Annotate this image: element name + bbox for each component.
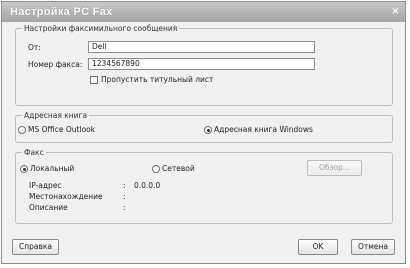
ip-address-label: IP-адрес [29,181,62,190]
network-radio[interactable] [152,165,160,173]
cancel-button[interactable]: Отмена [351,239,395,255]
fax-number-field[interactable]: 1234567890 [88,58,315,70]
browse-button[interactable]: Обзор... [307,160,362,176]
local-radio-label[interactable]: Локальный [30,164,74,173]
address-book-group: Адресная книга MS Office Outlook Адресна… [15,111,393,143]
skip-cover-checkbox[interactable] [90,76,98,84]
ip-address-separator: : [123,181,126,190]
fax-number-label: Номер факса: [28,60,83,69]
fax-settings-group: Настройки факсимильного сообщения От: De… [15,24,393,106]
fax-legend: Факс [22,148,46,157]
description-separator: : [123,203,126,212]
from-label: От: [28,43,41,52]
fax-settings-legend: Настройки факсимильного сообщения [22,24,180,33]
windows-address-book-label[interactable]: Адресная книга Windows [214,125,313,134]
network-radio-label[interactable]: Сетевой [162,164,195,173]
location-label: Местонахождение [29,192,103,201]
ip-address-value: 0.0.0.0 [134,181,161,190]
windows-address-book-radio[interactable] [204,126,212,134]
window-title: Настройка PC Fax [10,6,113,18]
fax-group: Факс Локальный Сетевой Обзор... IP-адрес… [15,148,393,224]
from-field[interactable]: Dell [88,41,315,53]
title-bar: Настройка PC Fax × [2,2,405,22]
skip-cover-label[interactable]: Пропустить титульный лист [101,75,213,84]
address-book-legend: Адресная книга [22,111,90,120]
local-radio[interactable] [20,165,28,173]
location-separator: : [123,192,126,201]
close-icon[interactable]: × [389,5,402,18]
ok-button[interactable]: OK [298,239,338,255]
outlook-radio[interactable] [18,126,26,134]
description-label: Описание [29,203,68,212]
help-button[interactable]: Справка [12,239,59,255]
outlook-radio-label[interactable]: MS Office Outlook [28,125,95,134]
pc-fax-settings-window: Настройка PC Fax × Настройки факсимильно… [1,1,406,264]
